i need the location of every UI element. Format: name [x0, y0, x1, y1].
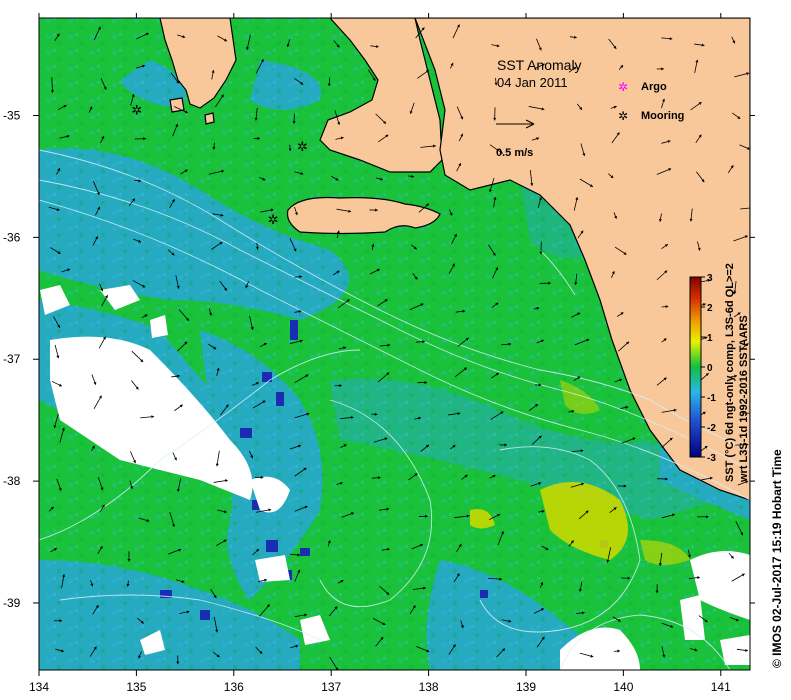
mooring-marker-icon: ✲: [268, 212, 279, 227]
argo-legend-label: Argo: [641, 81, 667, 93]
x-tick-label: 134: [29, 680, 49, 694]
colorbar-label-1: SST (°C) 6d ngt-only comp, L3S-6d QL>=2: [724, 263, 736, 482]
colorbar-tick-label: 0: [707, 363, 713, 374]
mooring-icon: ✲: [618, 109, 628, 123]
imos-credit: © IMOS 02-Jul-2017 15:19 Hobart Time: [770, 449, 784, 668]
colorbar-tick-label: 1: [707, 333, 713, 344]
x-tick-label: 135: [126, 680, 146, 694]
mooring-marker-icon: ✲: [131, 102, 142, 117]
y-tick-label: -39: [3, 596, 21, 610]
sst-anomaly-map: 134 135 136 137 138 139 140 141 -35 -36 -37 -38 -39…: [3, 13, 784, 694]
current-vector-head: [751, 412, 754, 415]
colorbar-tick-label: 3: [707, 273, 713, 284]
y-tick-label: -38: [3, 474, 21, 488]
current-vector-head: [751, 206, 754, 209]
colorbar-tick-label: -1: [707, 393, 716, 404]
x-tick-label: 141: [711, 680, 731, 694]
y-tick-label: -35: [3, 108, 21, 122]
x-tick-label: 140: [613, 680, 633, 694]
colorbar-tick-label: -3: [707, 453, 716, 464]
colorbar-tick-label: -2: [707, 423, 716, 434]
colorbar-gradient: [689, 276, 702, 458]
x-tick-label: 136: [224, 680, 244, 694]
x-tick-label: 137: [321, 680, 341, 694]
map-date: 04 Jan 2011: [497, 75, 568, 90]
y-tick-label: -37: [3, 352, 21, 366]
colorbar-label-2: wrt L3S-1d 1992-2016 SSTAARS: [738, 315, 750, 483]
speed-scale-label: 0.5 m/s: [496, 147, 533, 159]
map-title: SST Anomaly: [497, 57, 582, 73]
argo-icon: ✲: [618, 80, 628, 94]
x-tick-label: 138: [419, 680, 439, 694]
y-tick-label: -36: [3, 230, 21, 244]
x-tick-label: 139: [516, 680, 536, 694]
mooring-marker-icon: ✲: [297, 139, 308, 154]
colorbar-tick-label: 2: [707, 303, 713, 314]
mooring-legend-label: Mooring: [641, 110, 684, 122]
